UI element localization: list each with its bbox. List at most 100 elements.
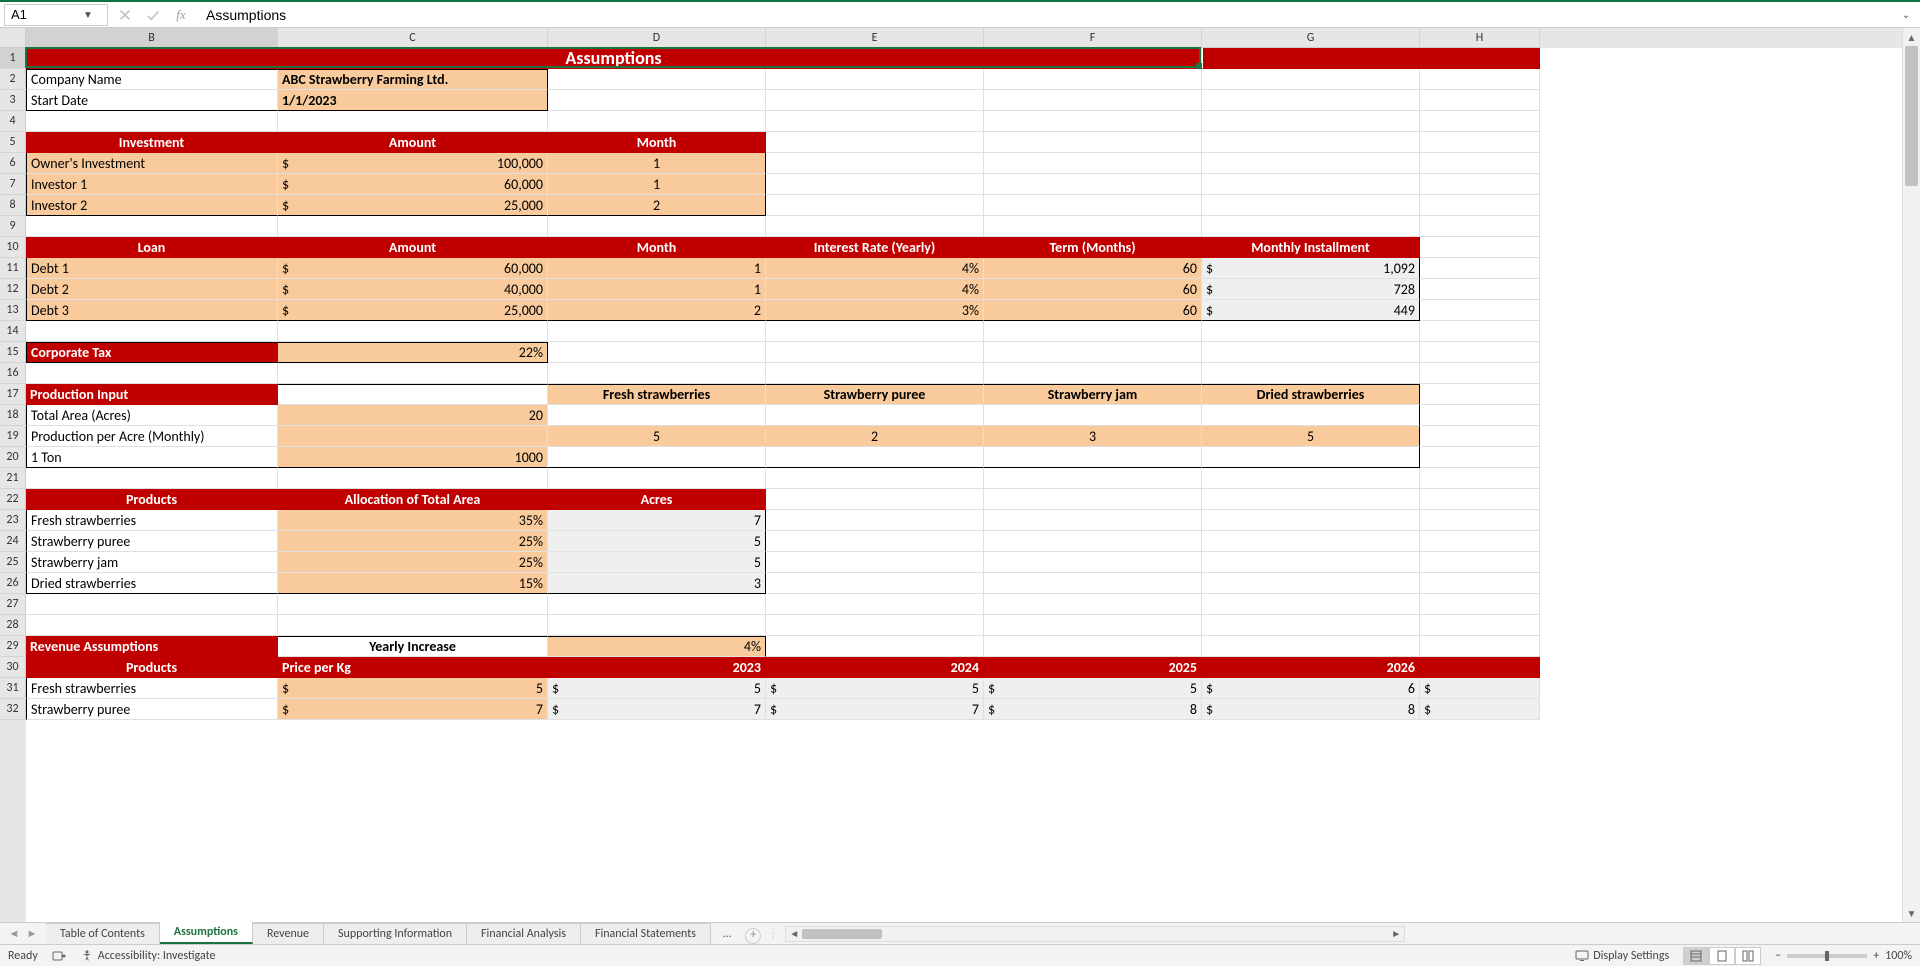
cell[interactable]	[1420, 258, 1540, 279]
sheet-tab[interactable]: Supporting Information	[324, 923, 467, 944]
cell[interactable]	[1202, 69, 1420, 90]
cell[interactable]	[984, 636, 1202, 657]
prod-col-header[interactable]: Fresh strawberries	[548, 384, 766, 405]
cell[interactable]	[548, 90, 766, 111]
scroll-thumb[interactable]	[802, 929, 882, 939]
cell[interactable]	[1420, 489, 1540, 510]
cell[interactable]	[1202, 342, 1420, 363]
rev-header[interactable]: Products	[26, 657, 278, 678]
formula-input[interactable]	[198, 4, 1890, 26]
cell[interactable]	[766, 216, 984, 237]
cell[interactable]	[984, 510, 1202, 531]
row-header[interactable]: 5	[0, 132, 26, 153]
product-acres[interactable]: 5	[548, 552, 766, 573]
corporate-tax-label[interactable]: Corporate Tax	[26, 342, 278, 363]
product-name[interactable]: Dried strawberries	[26, 573, 278, 594]
row-header[interactable]: 23	[0, 510, 26, 531]
cell[interactable]	[26, 321, 278, 342]
loan-header[interactable]: Loan	[26, 237, 278, 258]
cell[interactable]	[548, 342, 766, 363]
zoom-out-button[interactable]: −	[1775, 949, 1781, 963]
rev-year-value[interactable]: $8	[984, 699, 1202, 720]
row-header[interactable]: 18	[0, 405, 26, 426]
cells[interactable]: Assumptions Company Name ABC Strawberry …	[26, 48, 1902, 922]
cell[interactable]	[984, 405, 1202, 426]
cell[interactable]	[548, 594, 766, 615]
row-header[interactable]: 26	[0, 573, 26, 594]
cell[interactable]	[1202, 216, 1420, 237]
cell[interactable]	[1420, 510, 1540, 531]
product-acres[interactable]: 7	[548, 510, 766, 531]
sheet-tab[interactable]: Assumptions	[160, 921, 253, 944]
loan-amount[interactable]: $60,000	[278, 258, 548, 279]
cell[interactable]	[1420, 195, 1540, 216]
cell[interactable]	[766, 342, 984, 363]
cell[interactable]	[984, 447, 1202, 468]
cell[interactable]	[1420, 321, 1540, 342]
row-header[interactable]: 1	[0, 48, 26, 69]
row-header[interactable]: 3	[0, 90, 26, 111]
row-header[interactable]: 11	[0, 258, 26, 279]
vertical-scrollbar[interactable]: ▲ ▼	[1902, 28, 1920, 922]
product-alloc[interactable]: 15%	[278, 573, 548, 594]
cell[interactable]	[766, 321, 984, 342]
cell[interactable]	[766, 447, 984, 468]
sheet-tab[interactable]: Revenue	[253, 923, 324, 944]
rev-year-value[interactable]: $5	[766, 678, 984, 699]
more-tabs-button[interactable]: …	[715, 924, 739, 944]
row-header[interactable]: 13	[0, 300, 26, 321]
total-area-label[interactable]: Total Area (Acres)	[26, 405, 278, 426]
start-date-label[interactable]: Start Date	[26, 90, 278, 111]
scroll-down-icon[interactable]: ▼	[1903, 904, 1920, 922]
loan-header[interactable]: Amount	[278, 237, 548, 258]
cell[interactable]	[984, 363, 1202, 384]
investment-name[interactable]: Investor 2	[26, 195, 278, 216]
cell[interactable]	[1202, 321, 1420, 342]
cell[interactable]	[1420, 573, 1540, 594]
cell[interactable]	[1202, 48, 1540, 69]
investment-amount[interactable]: $25,000	[278, 195, 548, 216]
cell[interactable]	[766, 153, 984, 174]
cell[interactable]	[1420, 153, 1540, 174]
scroll-right-icon[interactable]: ►	[1388, 927, 1404, 940]
investment-header[interactable]: Investment	[26, 132, 278, 153]
row-header[interactable]: 30	[0, 657, 26, 678]
column-header[interactable]: E	[766, 28, 984, 48]
loan-name[interactable]: Debt 2	[26, 279, 278, 300]
investment-name[interactable]: Owner's Investment	[26, 153, 278, 174]
cell[interactable]	[766, 363, 984, 384]
cell[interactable]	[278, 363, 548, 384]
product-alloc[interactable]: 25%	[278, 531, 548, 552]
loan-name[interactable]: Debt 1	[26, 258, 278, 279]
cell[interactable]	[1420, 363, 1540, 384]
zoom-in-button[interactable]: +	[1873, 949, 1879, 963]
cell[interactable]	[984, 90, 1202, 111]
cell[interactable]	[1420, 615, 1540, 636]
cell[interactable]	[984, 531, 1202, 552]
loan-rate[interactable]: 4%	[766, 258, 984, 279]
add-sheet-button[interactable]: +	[745, 928, 761, 944]
prod-col-header[interactable]: Strawberry puree	[766, 384, 984, 405]
loan-month[interactable]: 2	[548, 300, 766, 321]
normal-view-button[interactable]	[1683, 947, 1709, 965]
prod-col-header[interactable]: Dried strawberries	[1202, 384, 1420, 405]
rev-year-value[interactable]: $5	[548, 678, 766, 699]
cell[interactable]	[548, 468, 766, 489]
row-header[interactable]: 12	[0, 279, 26, 300]
cell[interactable]	[26, 111, 278, 132]
investment-amount[interactable]: $100,000	[278, 153, 548, 174]
cell[interactable]	[1420, 279, 1540, 300]
prod-per-acre-value[interactable]: 2	[766, 426, 984, 447]
cell[interactable]	[548, 111, 766, 132]
cell[interactable]	[766, 510, 984, 531]
prod-col-header[interactable]: Strawberry jam	[984, 384, 1202, 405]
investment-month[interactable]: 1	[548, 153, 766, 174]
loan-name[interactable]: Debt 3	[26, 300, 278, 321]
investment-header[interactable]: Amount	[278, 132, 548, 153]
cell[interactable]	[984, 321, 1202, 342]
loan-rate[interactable]: 3%	[766, 300, 984, 321]
cell[interactable]	[1202, 531, 1420, 552]
cell[interactable]	[766, 90, 984, 111]
cell[interactable]	[1420, 69, 1540, 90]
cell[interactable]	[984, 342, 1202, 363]
